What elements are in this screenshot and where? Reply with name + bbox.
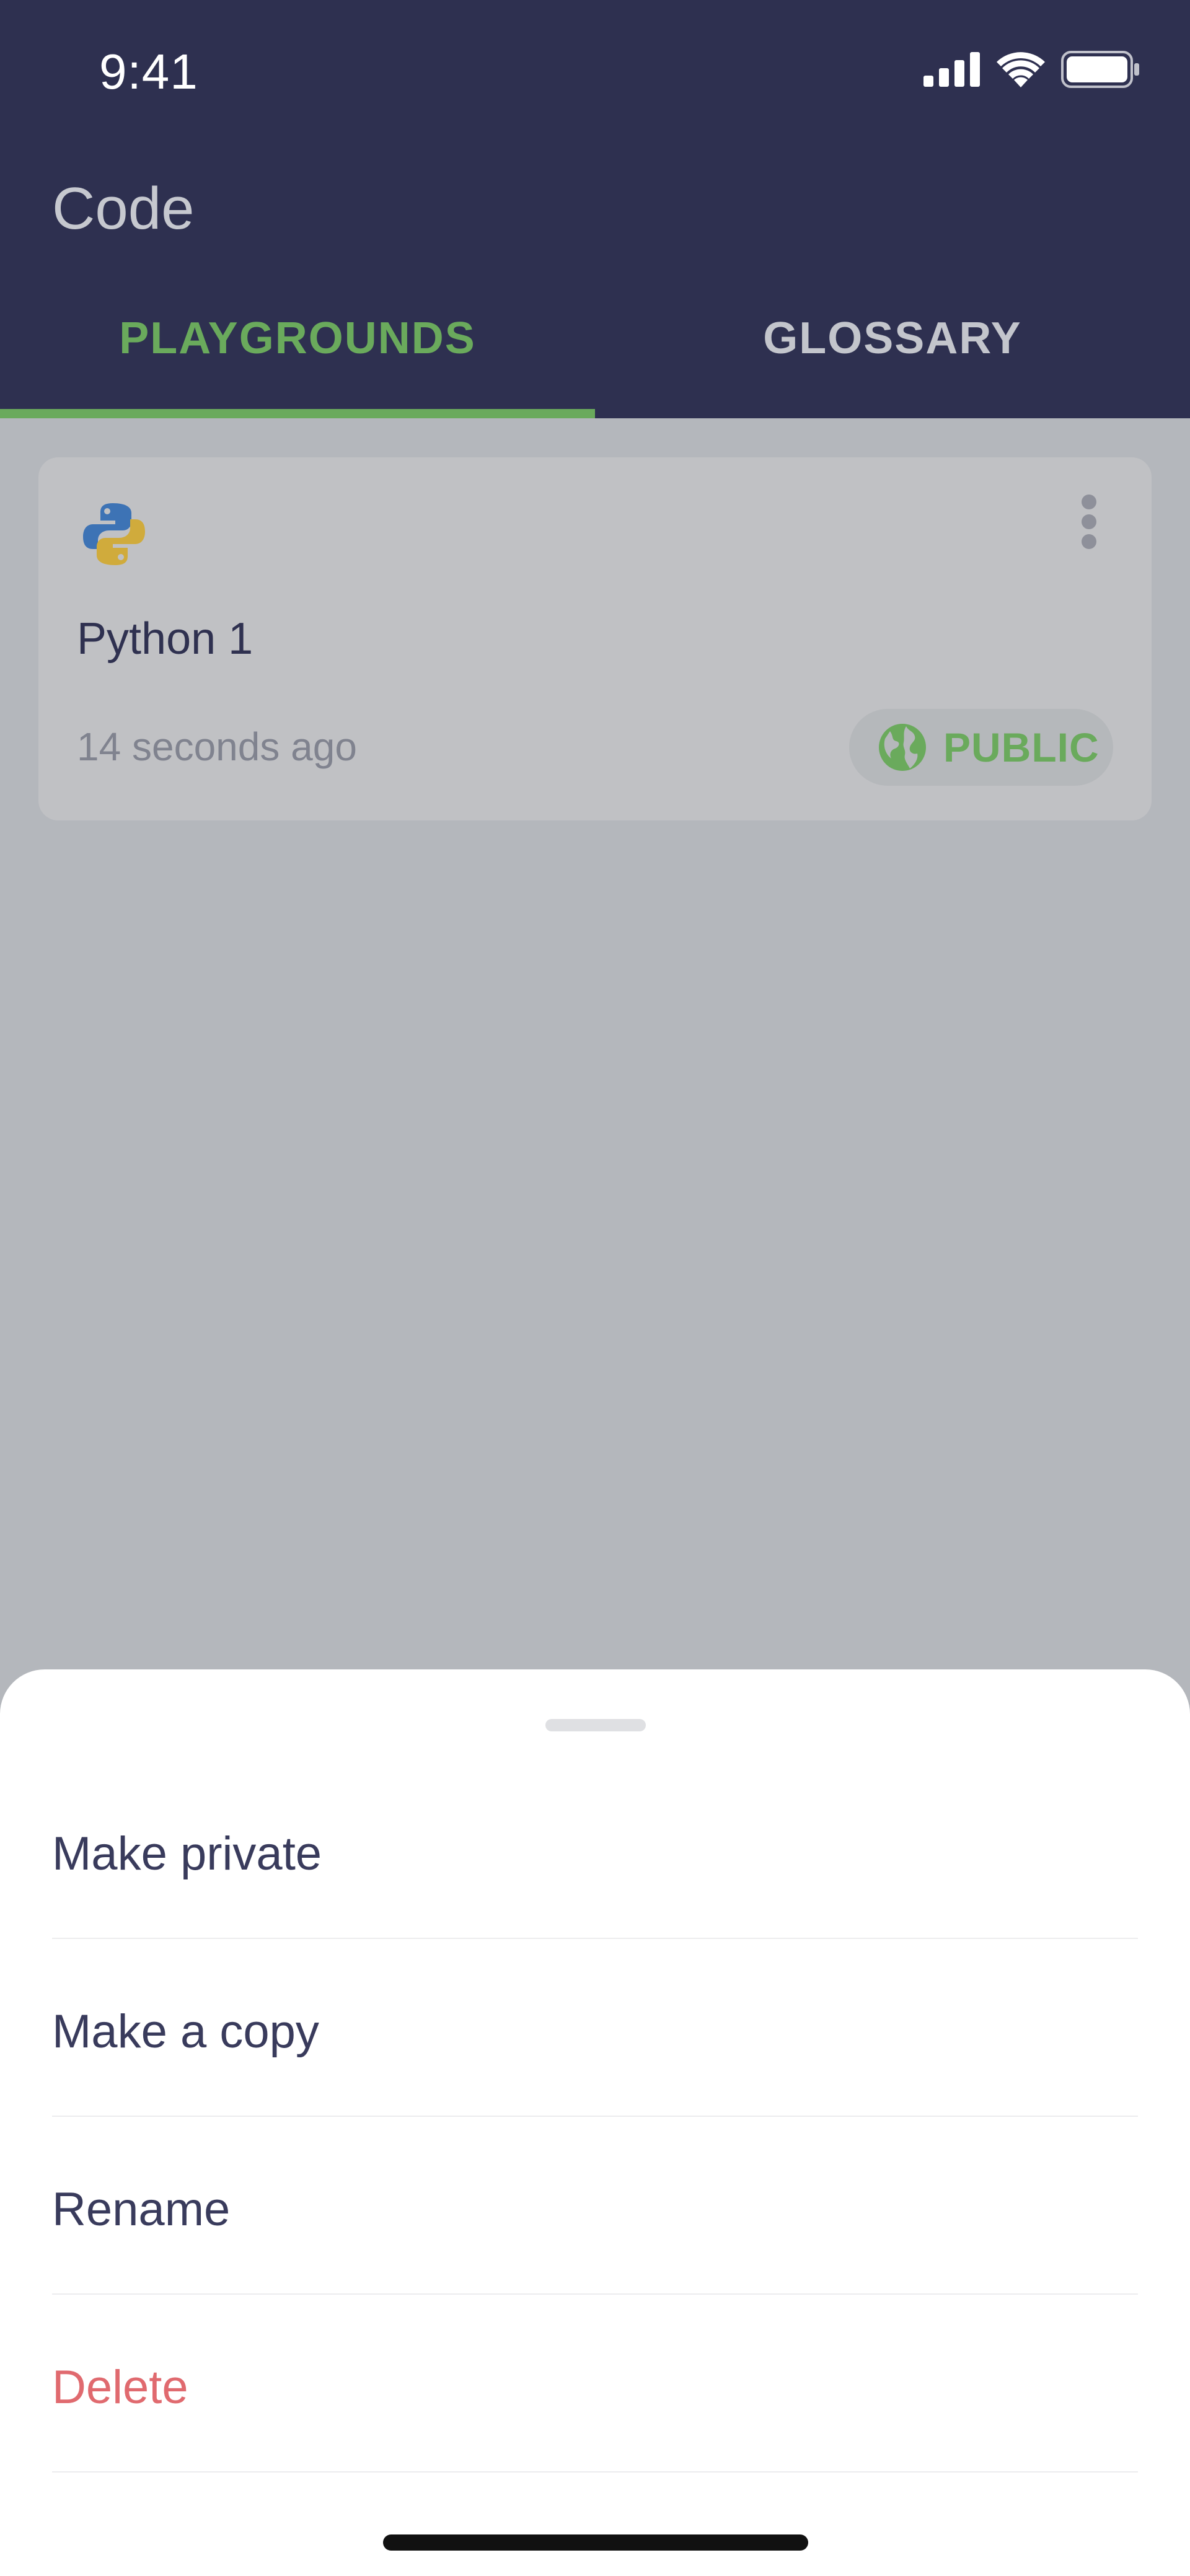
playground-timestamp: 14 seconds ago bbox=[77, 724, 357, 769]
more-options-icon[interactable] bbox=[1081, 495, 1097, 549]
active-tab-indicator bbox=[0, 409, 595, 418]
action-sheet: Make private Make a copy Rename Delete bbox=[0, 1669, 1190, 2576]
signal-icon bbox=[923, 52, 980, 87]
sheet-item-label: Rename bbox=[52, 2183, 231, 2236]
home-indicator bbox=[383, 2534, 808, 2551]
status-time: 9:41 bbox=[99, 44, 198, 99]
sheet-item-label: Make a copy bbox=[52, 2005, 319, 2058]
playground-title: Python 1 bbox=[77, 614, 253, 664]
python-icon bbox=[83, 503, 145, 565]
battery-icon bbox=[1061, 51, 1139, 88]
tab-playgrounds[interactable]: PLAYGROUNDS bbox=[0, 313, 595, 364]
sheet-item-label: Make private bbox=[52, 1827, 322, 1880]
status-icons bbox=[923, 51, 1140, 88]
make-copy-button[interactable]: Make a copy bbox=[52, 1939, 1138, 2117]
wifi-icon bbox=[997, 52, 1045, 87]
visibility-badge: PUBLIC bbox=[849, 709, 1113, 786]
visibility-label: PUBLIC bbox=[943, 724, 1100, 770]
rename-button[interactable]: Rename bbox=[52, 2117, 1138, 2295]
app-header: 9:41 Code PLAYGROUNDS GLOSSARY bbox=[0, 0, 1190, 418]
make-private-button[interactable]: Make private bbox=[52, 1761, 1138, 1939]
globe-icon bbox=[879, 724, 926, 771]
tab-glossary[interactable]: GLOSSARY bbox=[595, 313, 1190, 364]
sheet-drag-handle[interactable] bbox=[545, 1719, 646, 1731]
sheet-item-label: Delete bbox=[52, 2361, 188, 2414]
page-title: Code bbox=[52, 175, 195, 242]
playground-card[interactable]: Python 1 14 seconds ago PUBLIC bbox=[38, 457, 1152, 820]
delete-button[interactable]: Delete bbox=[52, 2295, 1138, 2473]
